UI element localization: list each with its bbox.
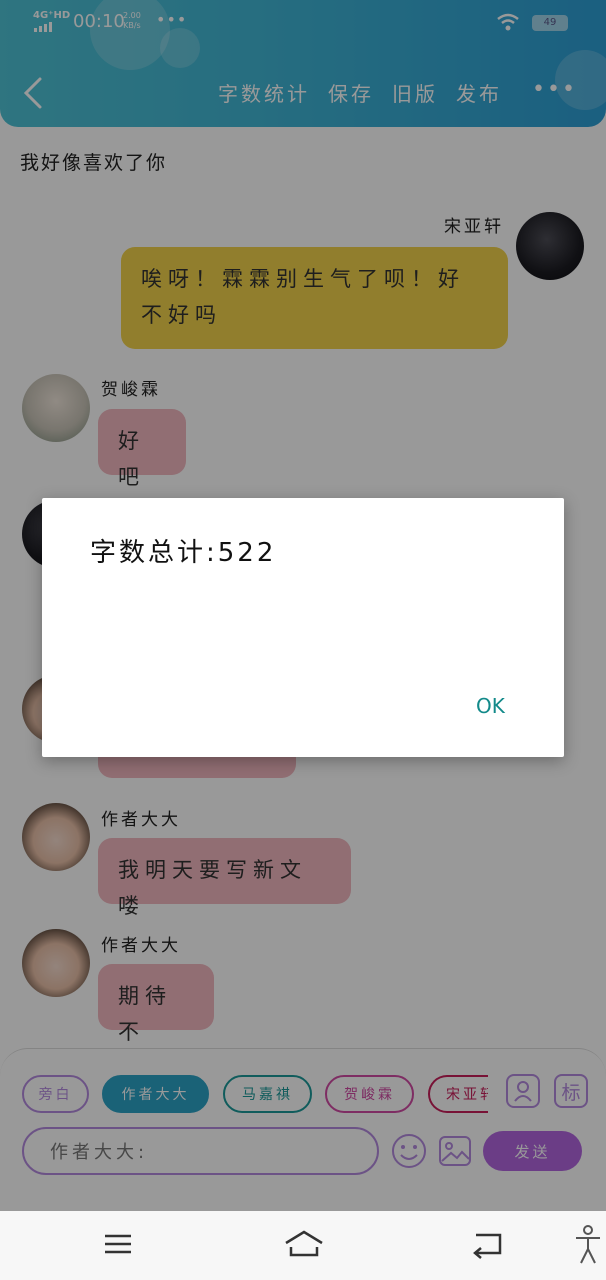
word-count-dialog: 字数总计:522 OK <box>42 498 564 757</box>
ok-button[interactable]: OK <box>476 694 505 718</box>
accessibility-icon[interactable] <box>574 1225 602 1265</box>
system-nav-bar <box>0 1211 606 1280</box>
home-icon[interactable] <box>284 1229 324 1259</box>
menu-icon[interactable] <box>103 1229 133 1259</box>
dialog-message: 字数总计:522 <box>90 538 277 568</box>
back-icon[interactable] <box>472 1229 504 1259</box>
